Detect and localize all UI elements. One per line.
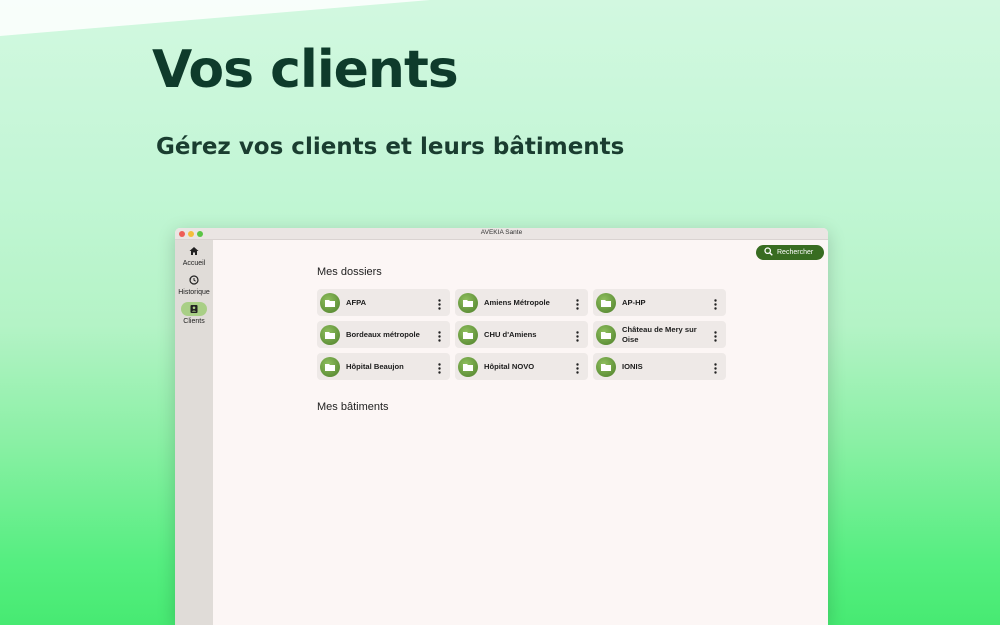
hero-title: Vos clients — [152, 40, 459, 100]
folder-card[interactable]: Château de Mery sur Oise — [593, 321, 726, 348]
more-vert-icon[interactable] — [438, 329, 441, 347]
more-vert-icon[interactable] — [576, 297, 579, 315]
app-window: AVEKIA Sante Accueil Historique Clients … — [175, 228, 828, 625]
contact-card-icon — [181, 302, 207, 316]
folder-name: Château de Mery sur Oise — [622, 324, 697, 344]
folder-name: Hôpital Beaujon — [346, 361, 404, 371]
folder-card[interactable]: AP-HP — [593, 289, 726, 316]
buildings-heading: Mes bâtiments — [317, 401, 389, 413]
sidebar: Accueil Historique Clients — [175, 240, 213, 625]
folder-icon — [596, 356, 616, 377]
folders-grid: AFPA Amiens Métropole AP-HP Bordeaux mét… — [317, 289, 726, 380]
background-streak — [0, 0, 430, 36]
more-vert-icon[interactable] — [438, 361, 441, 379]
folder-icon — [458, 292, 478, 313]
search-button[interactable]: Rechercher — [756, 245, 824, 260]
folder-name: Amiens Métropole — [484, 297, 550, 307]
search-icon — [764, 247, 773, 258]
folder-name: IONIS — [622, 361, 643, 371]
hero-subtitle: Gérez vos clients et leurs bâtiments — [156, 134, 625, 160]
more-vert-icon[interactable] — [714, 329, 717, 347]
sidebar-item-label: Accueil — [182, 260, 206, 267]
folder-card[interactable]: AFPA — [317, 289, 450, 316]
more-vert-icon[interactable] — [438, 297, 441, 315]
folder-name: AP-HP — [622, 297, 646, 307]
sidebar-item-label: Historique — [178, 289, 210, 296]
folder-card[interactable]: IONIS — [593, 353, 726, 380]
folder-card[interactable]: Hôpital Beaujon — [317, 353, 450, 380]
folder-icon — [596, 324, 616, 345]
title-bar: AVEKIA Sante — [175, 228, 828, 240]
folder-card[interactable]: Amiens Métropole — [455, 289, 588, 316]
folder-name: Hôpital NOVO — [484, 361, 535, 371]
more-vert-icon[interactable] — [714, 297, 717, 315]
sidebar-item-accueil[interactable]: Accueil — [175, 244, 213, 267]
sidebar-item-historique[interactable]: Historique — [175, 273, 213, 296]
window-title: AVEKIA Sante — [480, 229, 523, 236]
folder-icon — [596, 292, 616, 313]
history-icon — [181, 273, 207, 287]
folder-card[interactable]: CHU d'Amiens — [455, 321, 588, 348]
sidebar-item-label: Clients — [183, 318, 205, 325]
folder-name: CHU d'Amiens — [484, 329, 537, 339]
folder-name: AFPA — [346, 297, 367, 307]
folder-card[interactable]: Hôpital NOVO — [455, 353, 588, 380]
folder-name: Bordeaux métropole — [346, 329, 420, 339]
more-vert-icon[interactable] — [714, 361, 717, 379]
more-vert-icon[interactable] — [576, 361, 579, 379]
folder-card[interactable]: Bordeaux métropole — [317, 321, 450, 348]
search-button-label: Rechercher — [777, 249, 814, 256]
folder-icon — [458, 356, 478, 377]
sidebar-item-clients[interactable]: Clients — [175, 302, 213, 325]
more-vert-icon[interactable] — [576, 329, 579, 347]
folder-icon — [458, 324, 478, 345]
folder-icon — [320, 292, 340, 313]
folders-heading: Mes dossiers — [317, 266, 382, 278]
folder-icon — [320, 324, 340, 345]
home-icon — [181, 244, 207, 258]
folder-icon — [320, 356, 340, 377]
